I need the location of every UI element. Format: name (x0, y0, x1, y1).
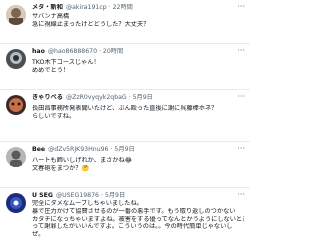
handle-and-time[interactable]: @hao86888670 · 20時間 (48, 48, 123, 55)
handle-and-time[interactable]: @USEG19876 · 5月9日 (56, 192, 125, 199)
avatar[interactable] (6, 147, 26, 167)
tweet-text: 完全にダメなムーブしちゃいましたね。 暴で圧力かけて協賛させるのが一番の悪手です… (32, 200, 244, 239)
handle-and-time[interactable]: @dZv5RJK93Hnu96 · 5月9日 (48, 146, 135, 153)
tweet-text: サバンナ高橋 急に視線止まったけどどうした？大丈夫？ (32, 13, 244, 29)
tweet-line: 文春砲をまつか？🤔 (32, 165, 90, 173)
tweet-line: ハートも飾いしげれか、まさかね😂 (32, 157, 132, 164)
tweet[interactable]: U SEG @USEG19876 · 5月9日 ··· 完全にダメなムーブしちゃい… (0, 188, 250, 245)
avatar[interactable] (6, 193, 26, 213)
tweet-header: hao @hao86888670 · 20時間 (32, 48, 236, 56)
tweet-line: 急に視線止まったけどどうした？大丈夫？ (32, 21, 150, 29)
handle-and-time[interactable]: @akira191cp · 22時間 (66, 4, 133, 11)
avatar[interactable] (6, 5, 26, 25)
tweet-header: U SEG @USEG19876 · 5月9日 (32, 192, 236, 200)
more-options-icon[interactable]: ··· (237, 93, 245, 101)
avatar[interactable] (6, 49, 26, 69)
tweet-line: 長田昌事務所発表聞いたけど、ぶん殴った直後に謝に呉藤棒ホネ？ (32, 105, 218, 112)
tweet-header: きゃりべる @ZzR0vyqyk2qbaG · 5月9日 (32, 94, 236, 102)
display-name[interactable]: U SEG (32, 192, 53, 199)
display-name[interactable]: hao (32, 48, 45, 55)
avatar-image (6, 49, 26, 69)
tweet-line: TKO木下コースじゃん！ (32, 59, 100, 66)
avatar[interactable] (6, 95, 26, 115)
tweet-line: 完全にダメなムーブしちゃいましたね。 (32, 200, 143, 207)
tweet[interactable]: hao @hao86888670 · 20時間 ··· TKO木下コースじゃん！ … (0, 44, 250, 90)
more-options-icon[interactable]: ··· (237, 47, 245, 55)
handle-and-time[interactable]: @ZzR0vyqyk2qbaG · 5月9日 (66, 94, 153, 101)
tweet-feed: メタ・新和 @akira191cp · 22時間 ··· サバンナ高橋 急に視線止… (0, 0, 250, 245)
tweet[interactable]: きゃりべる @ZzR0vyqyk2qbaG · 5月9日 ··· 長田昌事務所発表… (0, 90, 250, 142)
avatar-image (6, 147, 26, 167)
tweet[interactable]: メタ・新和 @akira191cp · 22時間 ··· サバンナ高橋 急に視線止… (0, 0, 250, 44)
tweet-line: って謝罪したがいいんですよ。こういうのは。。今の時代簡単じゃないし (32, 223, 233, 231)
more-options-icon[interactable]: ··· (237, 191, 245, 199)
tweet-header: メタ・新和 @akira191cp · 22時間 (32, 4, 236, 12)
display-name[interactable]: きゃりべる (32, 94, 63, 101)
tweet-line: ぜ。 (32, 231, 45, 239)
avatar-image (6, 95, 26, 115)
tweet-line: サバンナ高橋 (32, 13, 70, 20)
tweet-line: カタチになっちゃいますよね。被害をする優ってなんとかうようにしないとき (32, 215, 244, 223)
tweet-header: Bee @dZv5RJK93Hnu96 · 5月9日 (32, 146, 236, 154)
tweet-text: ハートも飾いしげれか、まさかね😂 文春砲をまつか？🤔 (32, 157, 244, 173)
tweet[interactable]: Bee @dZv5RJK93Hnu96 · 5月9日 ··· ハートも飾いしげれか… (0, 142, 250, 188)
tweet-line: 暴で圧力かけて協賛させるのが一番の悪手です。もう取り返しのつかない (32, 207, 236, 215)
avatar-image (6, 193, 26, 213)
display-name[interactable]: Bee (32, 146, 45, 153)
more-options-icon[interactable]: ··· (237, 145, 245, 153)
tweet-line: めめでとう！ (32, 67, 70, 75)
more-options-icon[interactable]: ··· (237, 3, 245, 11)
tweet-text: TKO木下コースじゃん！ めめでとう！ (32, 59, 244, 75)
tweet-text: 長田昌事務所発表聞いたけど、ぶん殴った直後に謝に呉藤棒ホネ？ らしいですね。 (32, 105, 244, 121)
tweet-line: らしいですね。 (32, 113, 76, 121)
avatar-image (6, 5, 26, 25)
display-name[interactable]: メタ・新和 (32, 4, 63, 11)
